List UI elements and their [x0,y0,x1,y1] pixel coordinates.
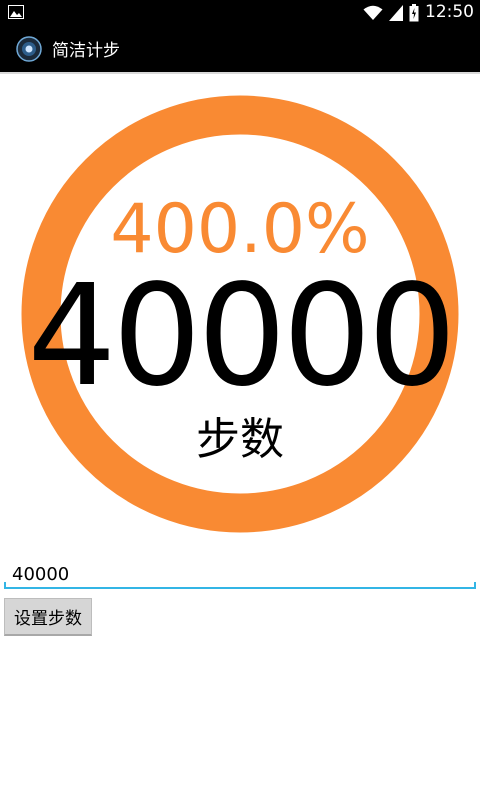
set-steps-button[interactable]: 设置步数 [4,598,92,636]
app-title: 简洁计步 [52,41,120,61]
battery-icon [409,3,419,21]
action-bar-divider [0,72,480,74]
signal-icon [389,4,403,21]
input-underline-right [474,582,476,589]
step-count: 40000 [27,255,456,418]
input-underline [4,587,476,589]
status-time: 12:50 [425,2,474,22]
image-notification-icon [8,5,24,19]
app-logo-icon[interactable] [16,35,42,62]
step-count-label: 步数 [196,414,284,465]
action-bar: 简洁计步 [0,25,480,72]
step-goal-input[interactable] [4,560,476,588]
wifi-icon [363,5,383,20]
status-bar: 12:50 [0,0,480,25]
status-icons: 12:50 [363,0,474,25]
